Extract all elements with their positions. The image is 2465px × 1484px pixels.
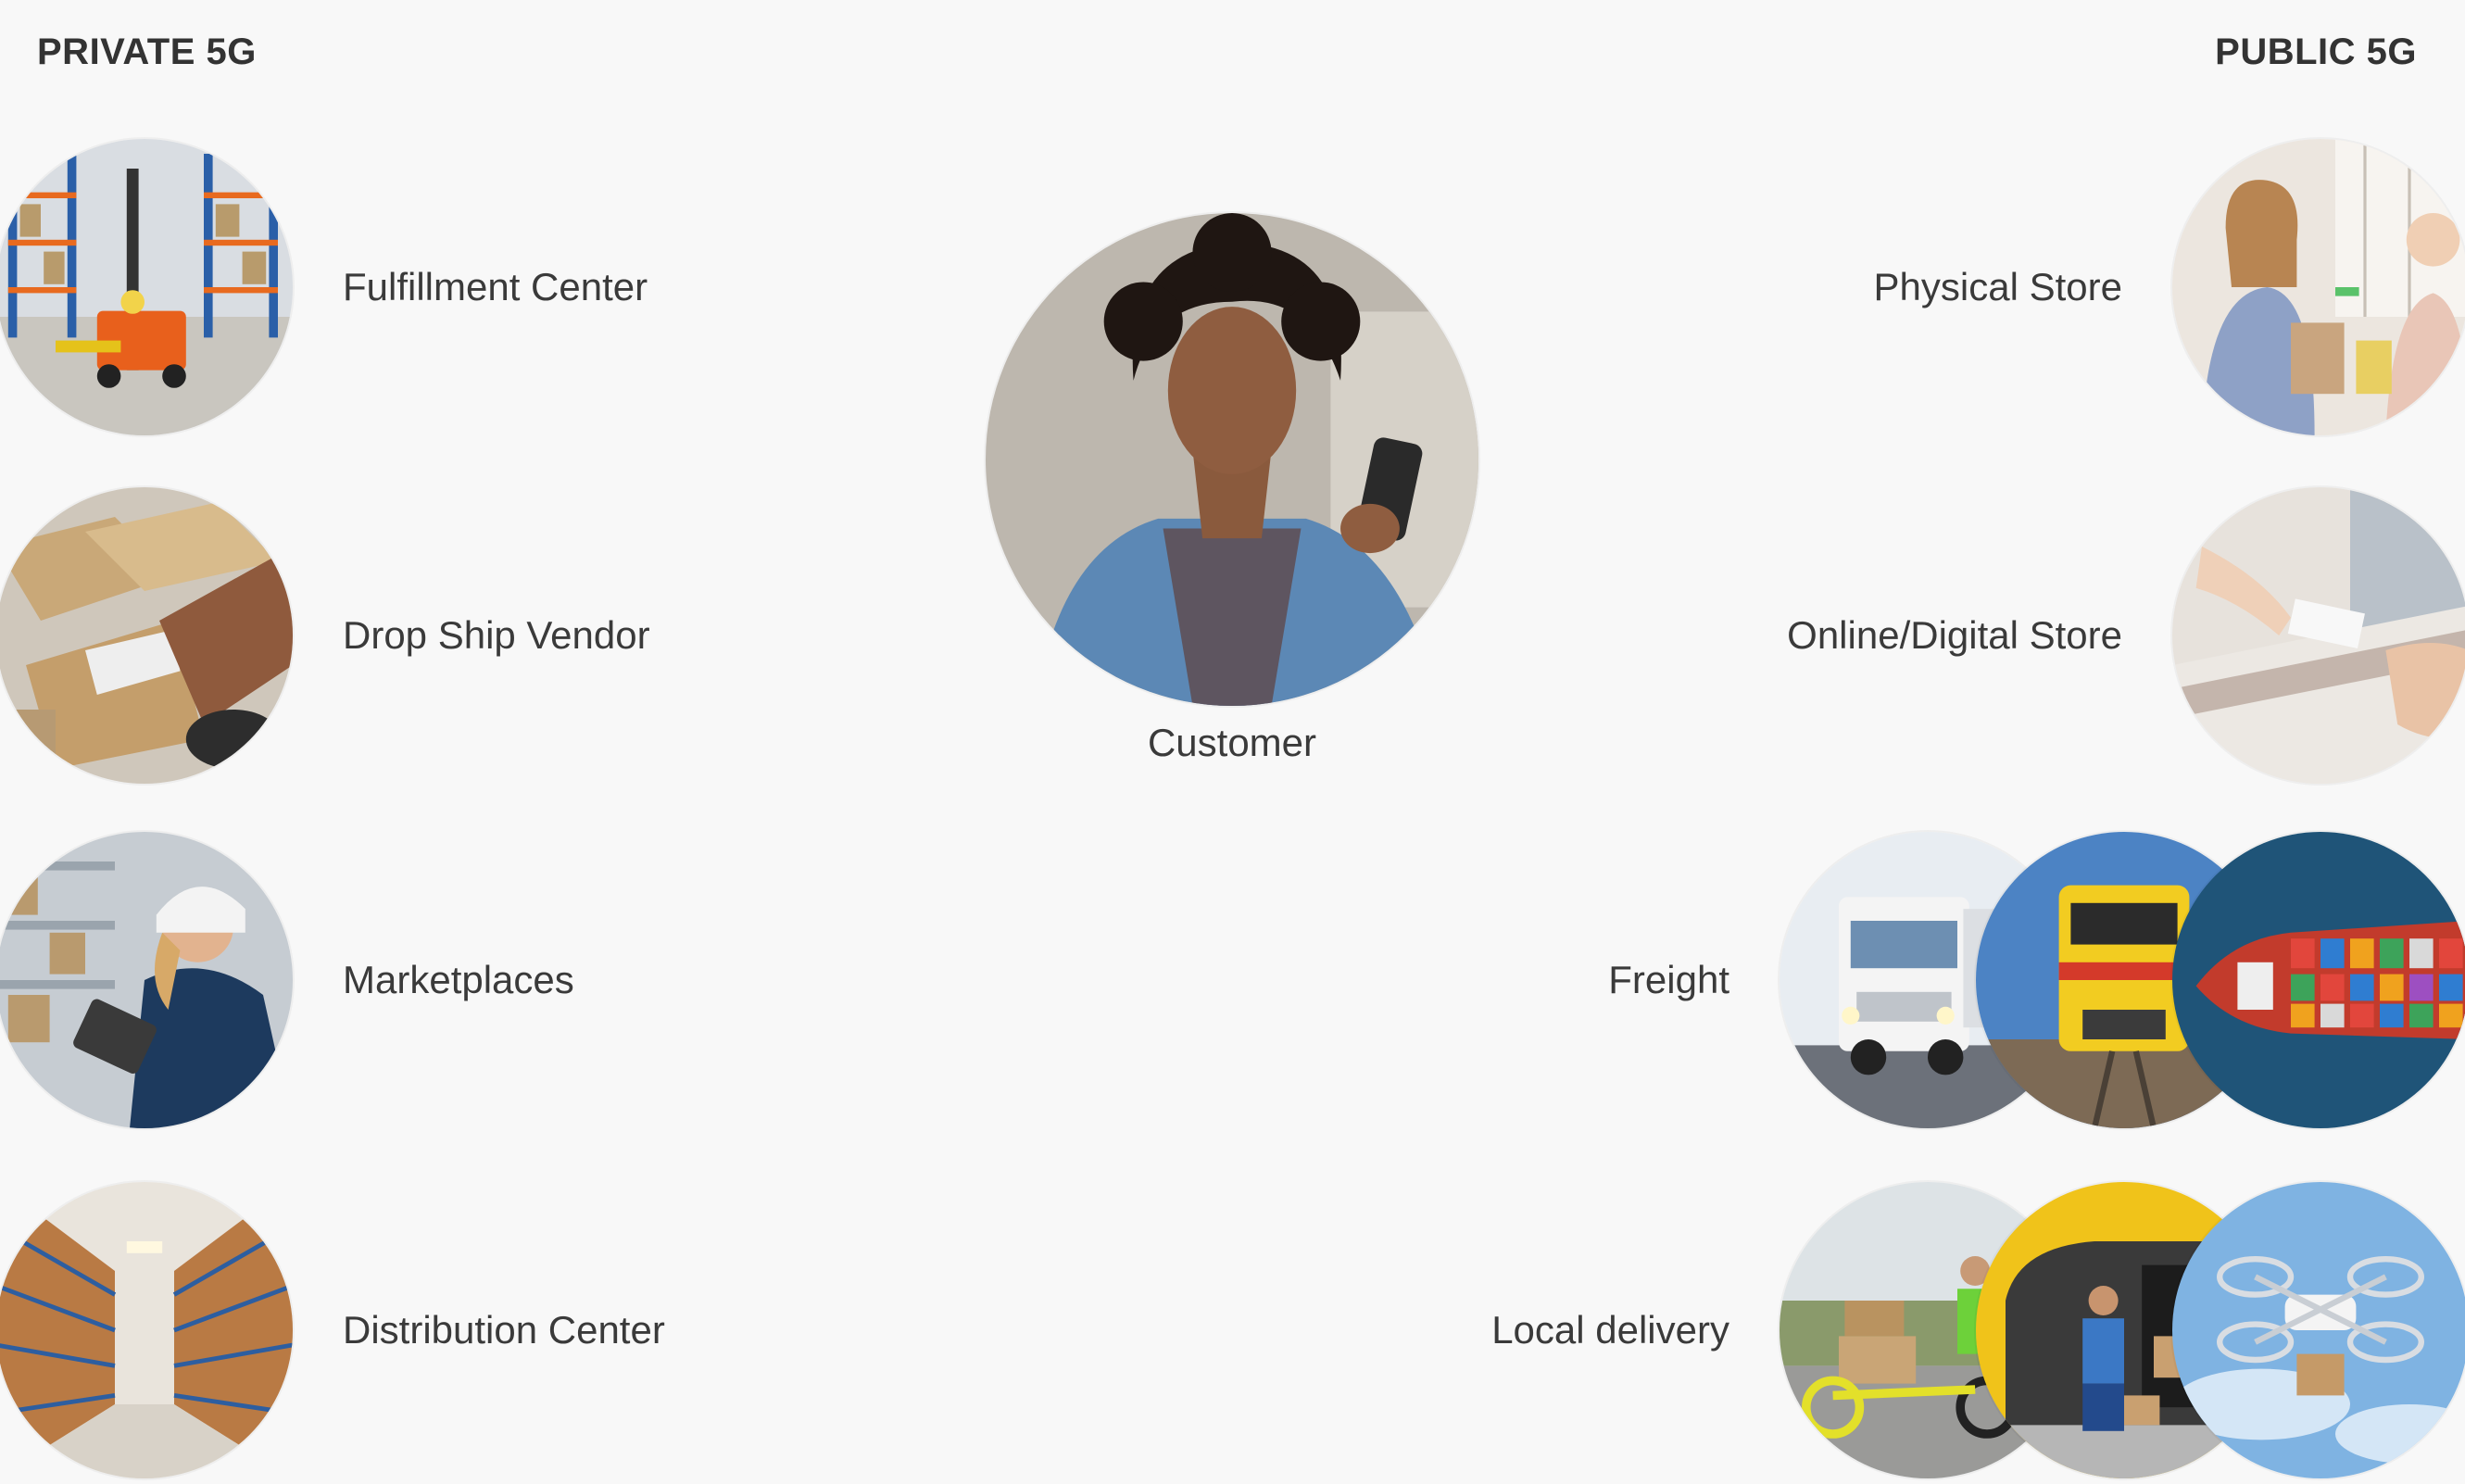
node-distribution-center: Distribution Center (0, 1182, 665, 1478)
local-delivery-label: Local delivery (1491, 1308, 1729, 1352)
freight-cluster (1780, 832, 2465, 1128)
card-payment-icon (2172, 487, 2465, 784)
customer-phone-icon (986, 213, 1478, 706)
drone-icon (2172, 1182, 2465, 1478)
cargo-ship-icon (2172, 832, 2465, 1128)
online-digital-store-label: Online/Digital Store (1787, 613, 2122, 657)
customer-node: Customer (986, 213, 1478, 765)
node-local-delivery: Local delivery (1491, 1182, 2465, 1478)
private-5g-heading: PRIVATE 5G (37, 31, 257, 72)
public-5g-heading: PUBLIC 5G (2215, 31, 2417, 72)
fulfillment-center-label: Fulfillment Center (343, 265, 648, 308)
freight-label: Freight (1608, 958, 1729, 1001)
local-delivery-cluster (1780, 1182, 2465, 1478)
node-freight: Freight (1608, 832, 2465, 1128)
node-fulfillment-center: Fulfillment Center (0, 139, 648, 435)
drop-ship-vendor-label: Drop Ship Vendor (343, 613, 650, 657)
node-marketplaces: Marketplaces (0, 832, 574, 1128)
forklift-warehouse-icon (0, 139, 293, 435)
marketplaces-label: Marketplaces (343, 958, 574, 1001)
customer-label: Customer (1147, 721, 1317, 764)
node-physical-store: Physical Store (1874, 139, 2465, 435)
node-online-digital-store: Online/Digital Store (1787, 487, 2465, 784)
node-drop-ship-vendor: Drop Ship Vendor (0, 487, 650, 784)
warehouse-aisle-icon (0, 1182, 293, 1478)
distribution-center-label: Distribution Center (343, 1308, 665, 1352)
physical-store-label: Physical Store (1873, 265, 2122, 308)
worker-tablet-icon (0, 832, 293, 1128)
store-checkout-icon (2172, 139, 2465, 435)
packing-boxes-icon (0, 487, 293, 784)
